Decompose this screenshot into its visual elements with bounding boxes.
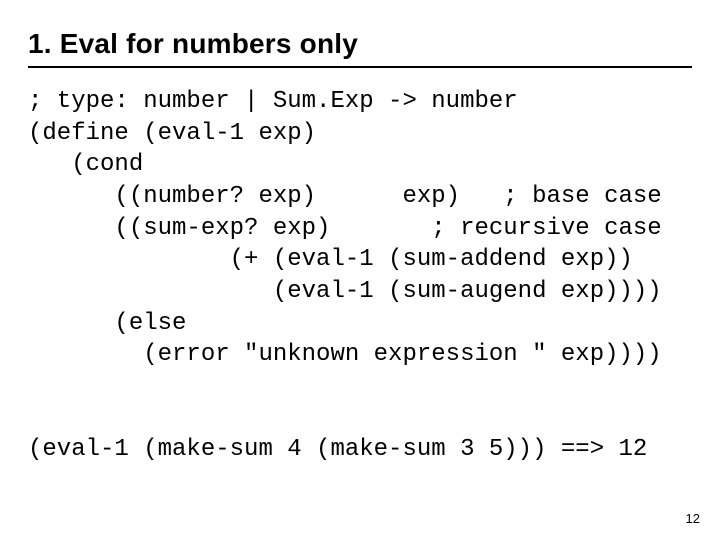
code-line: ; type: number | Sum.Exp -> number xyxy=(28,88,518,115)
code-line: (eval-1 (sum-augend exp)))) xyxy=(28,278,662,305)
title-underline xyxy=(28,66,692,68)
code-line: (cond xyxy=(28,151,143,178)
slide: 1. Eval for numbers only ; type: number … xyxy=(0,0,720,540)
slide-title: 1. Eval for numbers only xyxy=(28,28,692,60)
code-line: (eval-1 (make-sum 4 (make-sum 3 5))) ==>… xyxy=(28,436,647,463)
code-line: (error "unknown expression " exp)))) xyxy=(28,341,662,368)
code-block: ; type: number | Sum.Exp -> number (defi… xyxy=(28,86,692,466)
code-line: (else xyxy=(28,310,186,337)
code-line: ((sum-exp? exp) ; recursive case xyxy=(28,215,662,242)
page-number: 12 xyxy=(686,511,700,526)
code-line: (define (eval-1 exp) xyxy=(28,120,316,147)
code-line: (+ (eval-1 (sum-addend exp)) xyxy=(28,246,633,273)
code-line: ((number? exp) exp) ; base case xyxy=(28,183,662,210)
